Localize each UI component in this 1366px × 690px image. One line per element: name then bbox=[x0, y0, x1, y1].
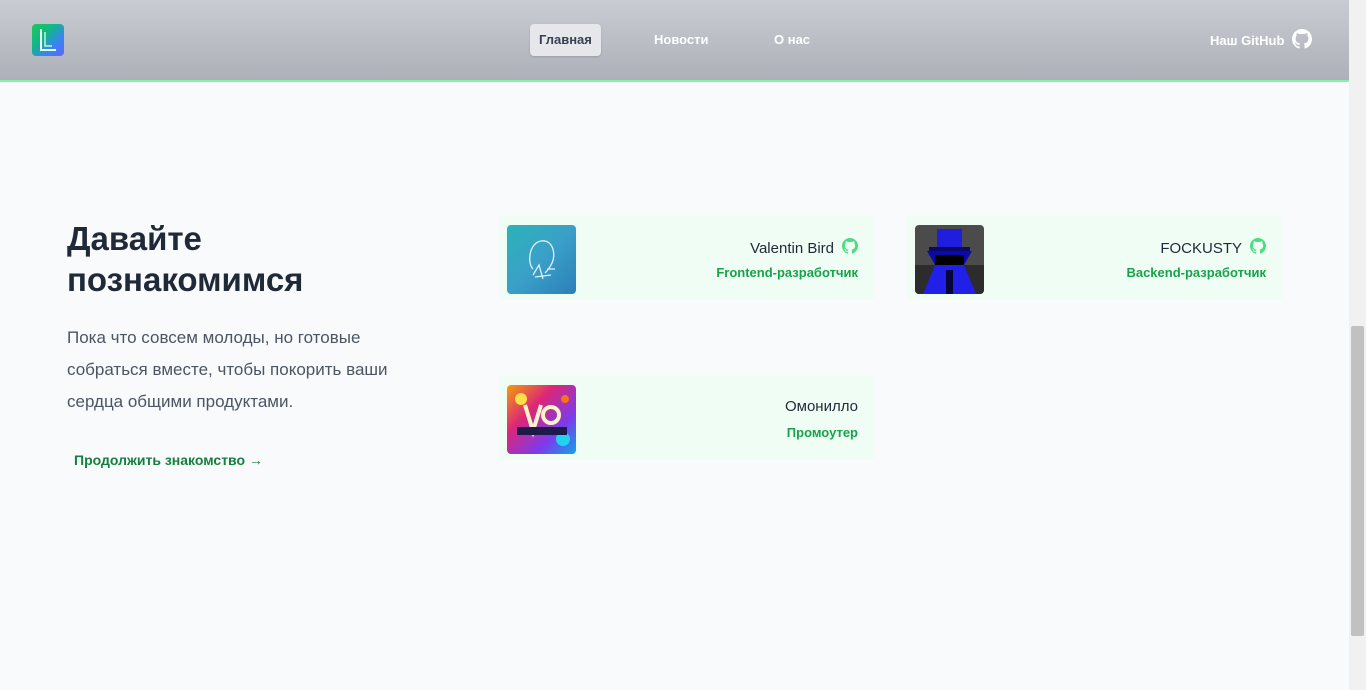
avatar bbox=[915, 225, 984, 294]
top-navbar: Главная Новости О нас Наш GitHub bbox=[0, 0, 1349, 82]
member-name: FOCKUSTY bbox=[1160, 239, 1242, 257]
github-icon[interactable] bbox=[1250, 238, 1266, 258]
page-title: Давайте познакомимся bbox=[67, 220, 304, 298]
member-name-row: Valentin Bird bbox=[750, 238, 858, 258]
avatar bbox=[507, 225, 576, 294]
member-role: Промоутер bbox=[786, 425, 858, 440]
github-link[interactable]: Наш GitHub bbox=[1210, 28, 1313, 52]
team-card: Valentin Bird Frontend-разработчик bbox=[499, 216, 874, 300]
nav-about[interactable]: О нас bbox=[774, 24, 810, 56]
github-icon[interactable] bbox=[842, 238, 858, 258]
member-name-row: Омонилло bbox=[785, 398, 858, 415]
github-icon bbox=[1292, 28, 1313, 52]
avatar bbox=[507, 385, 576, 454]
member-role: Backend-разработчик bbox=[1126, 265, 1266, 280]
nav-news[interactable]: Новости bbox=[654, 24, 709, 56]
scrollbar-thumb[interactable] bbox=[1351, 326, 1364, 636]
logo-icon[interactable] bbox=[32, 24, 64, 56]
member-name: Valentin Bird bbox=[750, 239, 834, 257]
continue-link[interactable]: Продолжить знакомство → bbox=[74, 452, 263, 468]
team-card: Омонилло Промоутер bbox=[499, 376, 874, 460]
member-name: Омонилло bbox=[784, 398, 858, 415]
team-card: FOCKUSTY Backend-разработчик bbox=[907, 216, 1282, 300]
intro-text: Пока что совсем молоды, но готовые собра… bbox=[67, 328, 388, 411]
nav-home[interactable]: Главная bbox=[530, 24, 601, 56]
member-name-row: FOCKUSTY bbox=[1160, 238, 1266, 258]
member-role: Frontend-разработчик bbox=[716, 265, 858, 280]
github-link-label: Наш GitHub bbox=[1210, 32, 1285, 48]
